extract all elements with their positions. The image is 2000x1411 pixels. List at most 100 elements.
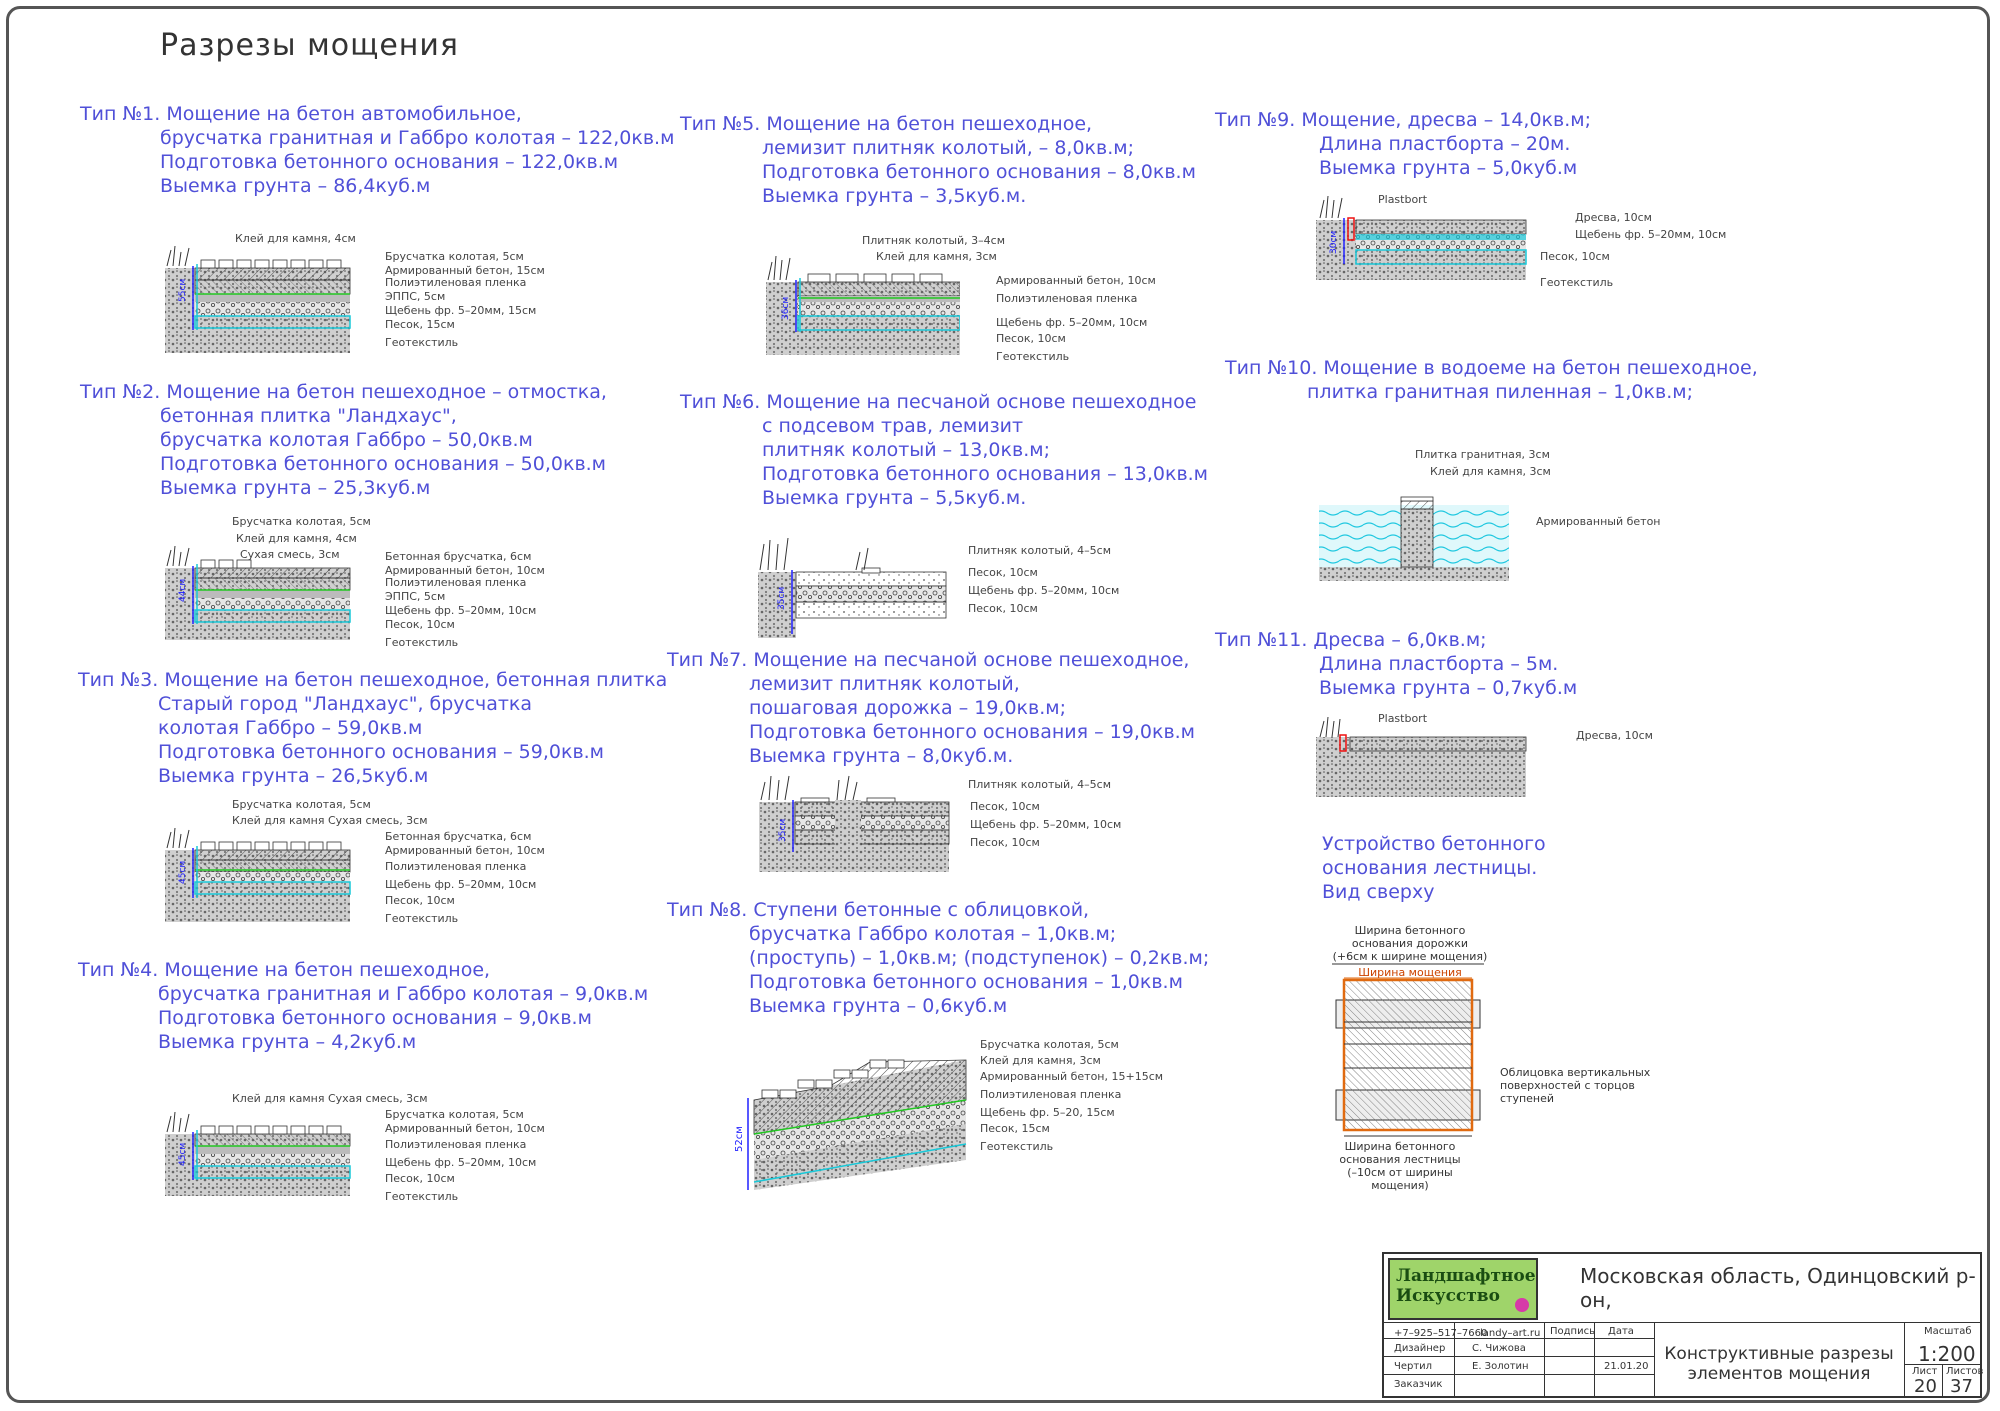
section-4-label: Клей для камня Сухая смесь, 3см <box>232 1092 428 1105</box>
section-1-dimension: 55см <box>178 279 188 302</box>
section-7-label: Щебень фр. 5–20мм, 10см <box>970 818 1122 831</box>
customer-label: Заказчик <box>1394 1379 1443 1390</box>
stairs-plan-text: (–10см от ширины <box>1347 1166 1453 1179</box>
stairs-plan-text: Ширина бетонного <box>1354 924 1466 937</box>
type-6-line: плитняк колотый – 13,0кв.м; <box>762 439 1050 461</box>
section-6-label: Песок, 10см <box>968 602 1038 615</box>
type-1-line: Выемка грунта – 86,4куб.м <box>160 175 431 197</box>
section-7-label: Плитняк колотый, 4–5см <box>968 778 1112 791</box>
type-8-line: Подготовка бетонного основания – 1,0кв.м <box>749 971 1183 993</box>
type-1-description: Тип №1. Мощение на бетон автомобильное, … <box>80 102 674 198</box>
section-5-drawing: 36см <box>766 255 960 355</box>
section-6-label: Песок, 10см <box>968 566 1038 579</box>
section-5-label: Клей для камня, 3см <box>876 250 997 263</box>
type-7-line: Выемка грунта – 8,0куб.м. <box>749 745 1014 767</box>
type-9-line: Выемка грунта – 5,0куб.м <box>1319 157 1578 179</box>
section-3-dimension: 45см <box>178 861 188 884</box>
section-9-label: Геотекстиль <box>1540 276 1614 289</box>
type-5-line: Выемка грунта – 3,5куб.м. <box>762 185 1027 207</box>
logo-text: Искусство <box>1396 1286 1500 1306</box>
drawing-name: Конструктивные разрезы элементов мощения <box>1664 1344 1894 1384</box>
type-6-description: Тип №6. Мощение на песчаной основе пешех… <box>680 390 1208 510</box>
type-10-description: Тип №10. Мощение в водоеме на бетон пеше… <box>1225 356 1758 404</box>
section-2-label: Клей для камня, 4см <box>236 532 357 545</box>
stairs-plan-text: (+6см к ширине мощения) <box>1332 950 1488 963</box>
section-5-label: Щебень фр. 5–20мм, 10см <box>996 316 1148 329</box>
section-4-label: Песок, 10см <box>385 1172 455 1185</box>
section-7-dimension: 35см <box>778 819 788 842</box>
logo-text: Ландшафтное <box>1396 1266 1536 1286</box>
scale-header: Масштаб <box>1924 1326 1972 1337</box>
type-2-line: брусчатка колотая Габбро – 50,0кв.м <box>160 429 533 451</box>
stairs-plan-label: Облицовка вертикальных поверхностей с то… <box>1500 1066 1650 1105</box>
sheets-total: 37 <box>1950 1376 1973 1397</box>
section-3-label: Брусчатка колотая, 5см <box>232 798 371 811</box>
stairs-plan-text: основания дорожки <box>1351 937 1469 950</box>
type-8-line: Выемка грунта – 0,6куб.м <box>749 995 1008 1017</box>
type-4-description: Тип №4. Мощение на бетон пешеходное, бру… <box>78 958 648 1054</box>
stairs-plan-label: Ширина бетонного основания лестницы (–10… <box>1330 1140 1470 1192</box>
stairs-plan-text: поверхностей с торцов <box>1500 1079 1635 1092</box>
section-3-label: Бетонная брусчатка, 6см <box>385 830 532 843</box>
section-8-dimension: 52см <box>734 1126 745 1152</box>
stairs-plan-text: Облицовка вертикальных <box>1500 1066 1651 1079</box>
stairs-plan-text: ступеней <box>1500 1092 1555 1105</box>
stairs-plan-label: Ширина бетонного основания дорожки (+6см… <box>1320 924 1500 963</box>
drawing-name-line: Конструктивные разрезы <box>1664 1344 1894 1364</box>
type-3-line: Тип №3. Мощение на бетон пешеходное, бет… <box>78 669 668 691</box>
stairs-plan-text: мощения) <box>1371 1179 1429 1192</box>
section-2-label: Щебень фр. 5–20мм, 10см <box>385 604 537 617</box>
type-7-line: Подготовка бетонного основания – 19,0кв.… <box>749 721 1196 743</box>
section-4-drawing: 45см <box>165 1111 351 1196</box>
section-1-label: Геотекстиль <box>385 336 459 349</box>
type-7-description: Тип №7. Мощение на песчаной основе пешех… <box>667 648 1195 768</box>
type-9-line: Длина пластборта – 20м. <box>1319 133 1571 155</box>
section-7-label: Песок, 10см <box>970 800 1040 813</box>
section-2-label: Полиэтиленовая пленка <box>385 576 527 589</box>
stairs-plan-text: Ширина бетонного <box>1344 1140 1456 1153</box>
section-3-label: Клей для камня Сухая смесь, 3см <box>232 814 428 827</box>
type-3-line: Подготовка бетонного основания – 59,0кв.… <box>158 741 605 763</box>
type-2-line: Выемка грунта – 25,3куб.м <box>160 477 431 499</box>
phone: +7–925–517–7660 <box>1394 1328 1488 1339</box>
type-10-line: плитка гранитная пиленная – 1,0кв.м; <box>1307 381 1693 403</box>
section-8-label: Армированный бетон, 15+15см <box>980 1070 1164 1083</box>
section-5-label: Полиэтиленовая пленка <box>996 292 1138 305</box>
section-2-dimension: 44см <box>178 579 188 602</box>
section-10-label: Плитка гранитная, 3см <box>1415 448 1550 461</box>
section-10-label: Клей для камня, 3см <box>1430 465 1551 478</box>
drawing-name-line: элементов мощения <box>1687 1364 1871 1384</box>
section-5-label: Песок, 10см <box>996 332 1066 345</box>
type-8-line: брусчатка Габбро колотая – 1,0кв.м; <box>749 923 1117 945</box>
type-7-line: лемизит плитняк колотый, <box>749 673 1020 695</box>
website: landy–art.ru <box>1480 1328 1541 1339</box>
stairs-plan-text: основания лестницы <box>1339 1153 1461 1166</box>
section-4-label: Армированный бетон, 10см <box>385 1122 545 1135</box>
type-5-description: Тип №5. Мощение на бетон пешеходное, лем… <box>680 112 1196 208</box>
type-2-line: Тип №2. Мощение на бетон пешеходное – от… <box>80 381 607 403</box>
section-6-label: Плитняк колотый, 4–5см <box>968 544 1112 557</box>
type-11-line: Выемка грунта – 0,7куб.м <box>1319 677 1578 699</box>
type-7-line: Тип №7. Мощение на песчаной основе пешех… <box>667 649 1190 671</box>
type-2-line: Подготовка бетонного основания – 50,0кв.… <box>160 453 607 475</box>
section-2-label: ЭППС, 5см <box>385 590 446 603</box>
section-5-label: Геотекстиль <box>996 350 1070 363</box>
section-1-label: ЭППС, 5см <box>385 290 446 303</box>
type-3-line: колотая Габбро – 59,0кв.м <box>158 717 423 739</box>
section-1-drawing: 55см <box>165 245 351 353</box>
type-2-line: бетонная плитка "Ландхаус", <box>160 405 457 427</box>
section-2-label: Бетонная брусчатка, 6см <box>385 550 532 563</box>
section-2-label: Геотекстиль <box>385 636 459 649</box>
section-1-label: Полиэтиленовая пленка <box>385 276 527 289</box>
section-5-dimension: 36см <box>781 297 791 320</box>
section-6-dimension: 35см <box>777 587 787 610</box>
type-8-line: (проступь) – 1,0кв.м; (подступенок) – 0,… <box>749 947 1210 969</box>
page-title: Разрезы мощения <box>160 28 459 63</box>
section-6-label: Щебень фр. 5–20мм, 10см <box>968 584 1120 597</box>
project-address: Московская область, Одинцовский р-он, <box>1580 1264 1976 1312</box>
section-4-label: Геотекстиль <box>385 1190 459 1203</box>
section-11-drawing <box>1316 716 1527 797</box>
section-9-label: Щебень фр. 5–20мм, 10см <box>1575 228 1727 241</box>
type-10-line: Тип №10. Мощение в водоеме на бетон пеше… <box>1225 357 1758 379</box>
section-4-label: Щебень фр. 5–20мм, 10см <box>385 1156 537 1169</box>
